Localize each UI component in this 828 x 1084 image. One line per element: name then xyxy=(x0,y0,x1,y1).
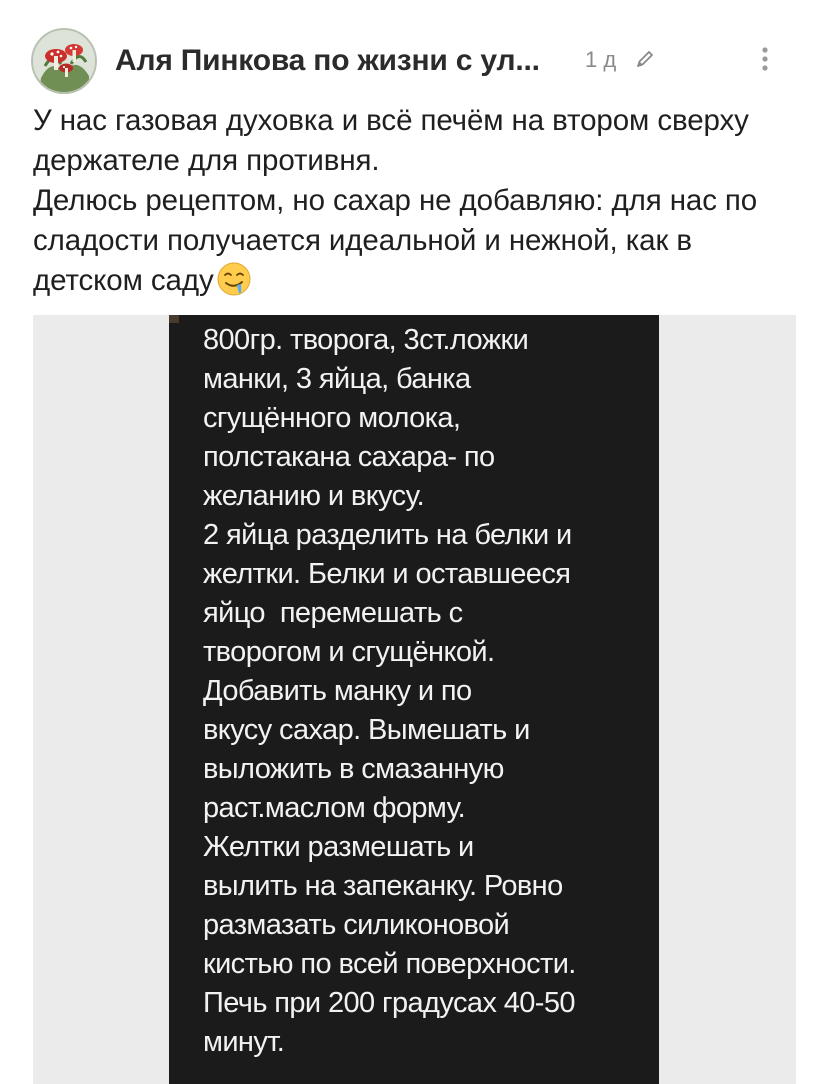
recipe-line: полстакана сахара- по xyxy=(203,441,495,473)
post-text-paragraph-2: Делюсь рецептом, но сахар не добавляю: д… xyxy=(33,181,808,301)
post-time: 1 д xyxy=(585,47,617,72)
recipe-line: вылить на запеканку. Ровно xyxy=(203,870,563,902)
post-image[interactable]: 800гр. творога, 3ст.ложки манки, 3 яйца, … xyxy=(33,315,796,1084)
recipe-line: вкусу сахар. Вымешать и xyxy=(203,714,530,746)
post-text-paragraph-2-text: Делюсь рецептом, но сахар не добавляю: д… xyxy=(33,184,758,297)
avatar-mushroom-embroidery xyxy=(31,28,97,94)
drooling-face-emoji xyxy=(217,262,251,296)
recipe-line: манки, 3 яйца, банка xyxy=(203,363,471,395)
recipe-text: 800гр. творога, 3ст.ложки манки, 3 яйца, … xyxy=(203,321,643,1062)
post-text: У нас газовая духовка и всё печём на вто… xyxy=(33,101,808,301)
recipe-line: желанию и вкусу. xyxy=(203,480,425,512)
recipe-line: 2 яйца разделить на белки и xyxy=(203,519,572,551)
post-header: Аля Пинкова по жизни с ул... 1 д xyxy=(0,0,828,100)
more-vertical-icon[interactable] xyxy=(748,42,782,76)
pencil-icon xyxy=(637,51,653,67)
recipe-line: кистью по всей поверхности. xyxy=(203,948,576,980)
recipe-line: выложить в смазанную xyxy=(203,753,504,785)
recipe-line: творогом и сгущёнкой. xyxy=(203,636,495,668)
image-corner-fragment xyxy=(169,315,179,323)
recipe-line: Добавить манку и по xyxy=(203,675,472,707)
post-text-paragraph-1: У нас газовая духовка и всё печём на вто… xyxy=(33,104,749,177)
recipe-line: раст.маслом форму. xyxy=(203,792,466,824)
author-avatar[interactable] xyxy=(31,28,97,94)
author-name[interactable]: Аля Пинкова по жизни с ул... xyxy=(115,44,540,78)
recipe-line: 800гр. творога, 3ст.ложки xyxy=(203,324,529,356)
recipe-line: размазать силиконовой xyxy=(203,909,510,941)
recipe-line: минут. xyxy=(203,1026,285,1058)
recipe-line: сгущённого молока, xyxy=(203,402,461,434)
recipe-line: Печь при 200 градусах 40-50 xyxy=(203,987,576,1019)
recipe-line: Желтки размешать и xyxy=(203,831,474,863)
recipe-line: желтки. Белки и оставшееся xyxy=(203,558,571,590)
recipe-line: яйцо перемешать с xyxy=(203,597,463,629)
